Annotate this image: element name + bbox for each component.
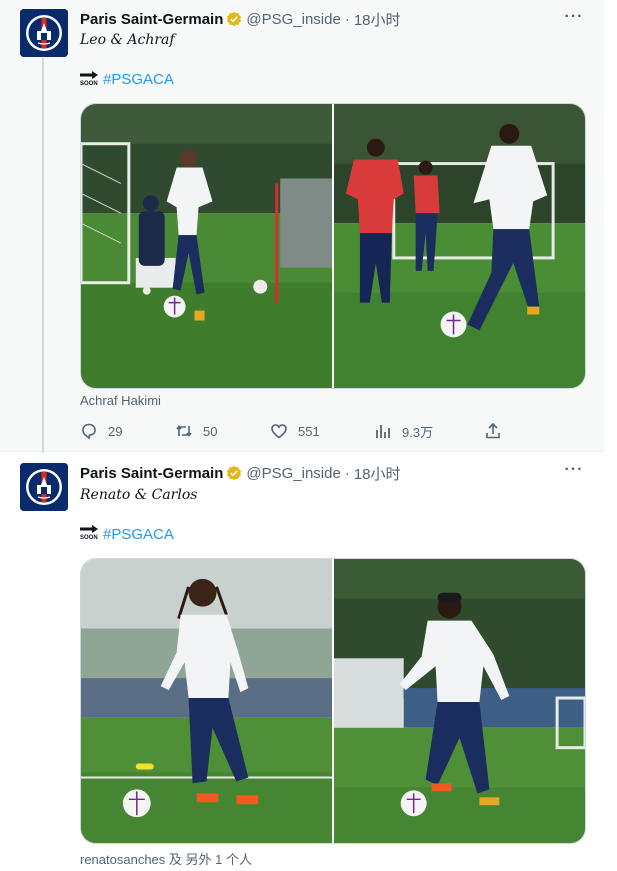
author-name[interactable]: Paris Saint-Germain xyxy=(80,465,223,482)
reply-button[interactable]: 29 xyxy=(80,420,122,442)
like-icon xyxy=(271,424,287,439)
more-icon[interactable]: ··· xyxy=(564,461,584,481)
verified-badge-icon xyxy=(226,11,242,27)
soon-emoji-icon: SOON xyxy=(80,70,100,90)
soon-label: SOON xyxy=(80,535,98,541)
thread-line xyxy=(42,58,44,458)
psg-logo-icon xyxy=(20,463,68,511)
tweet-header: Paris Saint-Germain @PSG_inside · 18小时 xyxy=(80,462,401,484)
soon-label: SOON xyxy=(80,81,98,87)
hashtag-link[interactable]: #PSGACA xyxy=(103,71,174,88)
messi-training-photo[interactable] xyxy=(81,104,332,388)
author-handle[interactable]: @PSG_inside xyxy=(246,465,340,482)
tweet-2[interactable]: Paris Saint-Germain @PSG_inside · 18小时 ·… xyxy=(0,453,604,871)
renato-training-photo[interactable] xyxy=(81,559,332,843)
tweet-text: Leo & Achraf xyxy=(80,32,175,48)
tweet-text: Renato & Carlos xyxy=(80,487,198,503)
like-count: 551 xyxy=(298,423,320,439)
soon-emoji-icon: SOON xyxy=(80,524,100,544)
tweet-actions: 29 50 551 9.3万 xyxy=(80,420,510,442)
retweet-count: 50 xyxy=(203,423,218,439)
tagged-users[interactable]: renatosanches 及 另外 1 个人 xyxy=(80,849,252,868)
separator-dot: · xyxy=(344,464,350,482)
timeline: Paris Saint-Germain @PSG_inside · 18小时 ·… xyxy=(0,0,604,871)
timestamp[interactable]: 18小时 xyxy=(354,463,401,484)
hakimi-training-photo[interactable] xyxy=(334,104,585,388)
carlos-training-photo[interactable] xyxy=(334,559,585,843)
views-button[interactable]: 9.3万 xyxy=(374,420,433,442)
reply-count: 29 xyxy=(108,423,123,439)
verified-badge-icon xyxy=(226,465,242,481)
reply-icon xyxy=(82,423,96,440)
retweet-icon xyxy=(176,425,192,437)
author-name[interactable]: Paris Saint-Germain xyxy=(80,11,223,28)
author-handle[interactable]: @PSG_inside xyxy=(246,11,340,28)
separator-dot: · xyxy=(344,10,350,28)
more-icon[interactable]: ··· xyxy=(564,8,584,28)
share-icon xyxy=(486,422,500,439)
media-grid xyxy=(80,558,586,844)
avatar[interactable] xyxy=(20,463,68,511)
tweet-1[interactable]: Paris Saint-Germain @PSG_inside · 18小时 ·… xyxy=(0,0,604,458)
hashtag-link[interactable]: #PSGACA xyxy=(103,526,174,543)
media-grid xyxy=(80,103,586,389)
timestamp[interactable]: 18小时 xyxy=(354,9,401,30)
psg-logo-icon xyxy=(20,9,68,57)
tagged-users[interactable]: Achraf Hakimi xyxy=(80,393,161,408)
avatar[interactable] xyxy=(20,9,68,57)
tweet-header: Paris Saint-Germain @PSG_inside · 18小时 xyxy=(80,8,401,30)
retweet-button[interactable]: 50 xyxy=(175,420,217,442)
view-count: 9.3万 xyxy=(402,424,434,440)
views-icon xyxy=(376,425,390,438)
share-button[interactable] xyxy=(484,420,502,442)
like-button[interactable]: 551 xyxy=(270,420,320,442)
